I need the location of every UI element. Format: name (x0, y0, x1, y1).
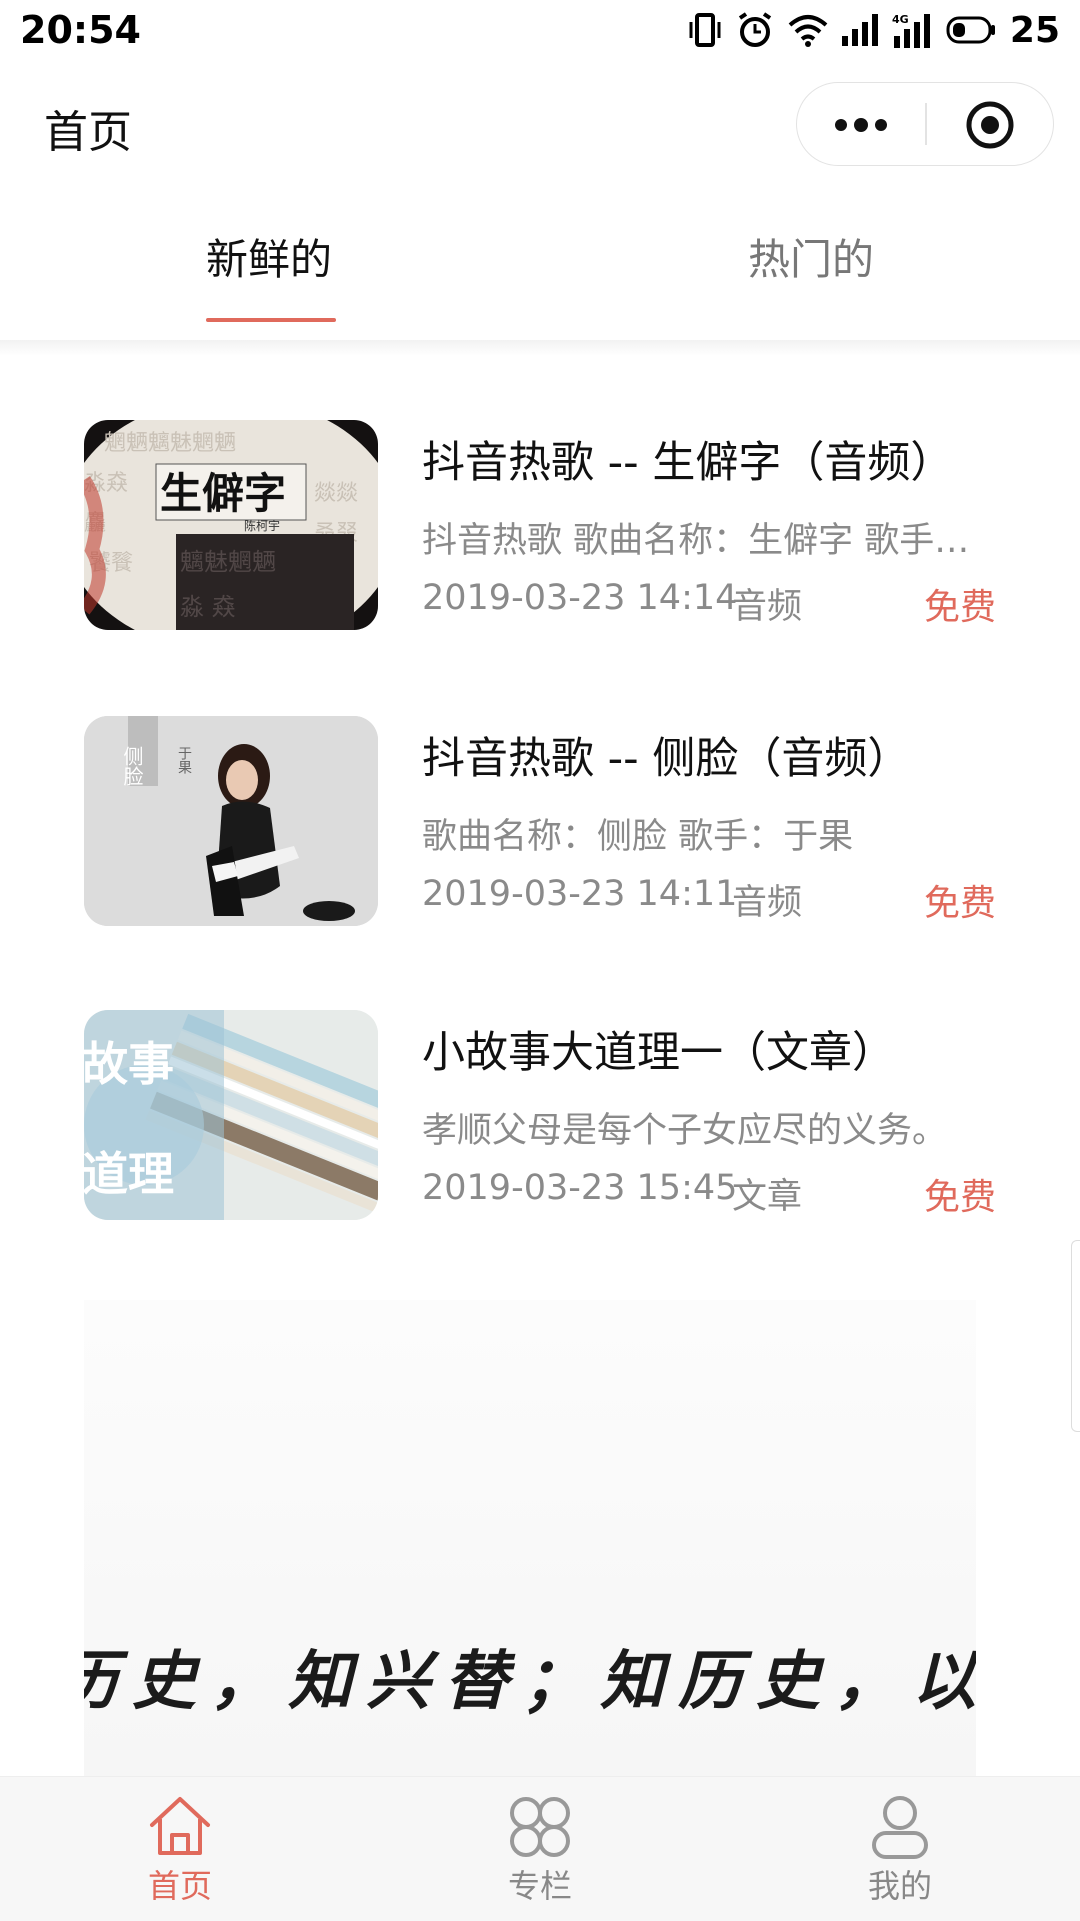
battery-level: 25 (1009, 9, 1060, 51)
list-item[interactable]: 侧脸 于果 抖音热歌 -- 侧脸（音频） 歌曲名称：侧脸 歌手：于果 2019-… (84, 716, 996, 926)
battery-icon (946, 16, 995, 44)
promo-banner[interactable]: 历史，知兴替；知历史，以明 (84, 1300, 976, 1780)
item-type: 音频 (732, 883, 803, 923)
tabs-divider (0, 340, 1080, 356)
signal-4g-icon: 4G (892, 13, 930, 48)
svg-text:魍魉魑魅魍魉: 魍魉魑魅魍魉 (104, 431, 236, 456)
tabbar-home[interactable]: 首页 (100, 1793, 260, 1917)
item-date: 2019-03-23 15:45 (422, 1168, 738, 1208)
target-icon (966, 101, 1014, 149)
tab-hot[interactable]: 热门的 (748, 226, 874, 287)
thumb-title: 生僻字 (160, 469, 286, 518)
vibrate-icon (689, 13, 721, 47)
svg-text:淼 猋: 淼 猋 (180, 593, 236, 621)
signal-icon (841, 14, 878, 46)
item-description: 孝顺父母是每个子女应尽的义务。 (422, 1111, 948, 1151)
item-date: 2019-03-23 14:11 (422, 874, 738, 914)
list-item[interactable]: 故事 道理 小故事大道理一（文章） 孝顺父母是每个子女应尽的义务。 2019-0… (84, 1010, 996, 1220)
thumb-title: 侧脸 (120, 746, 144, 786)
tab-fresh[interactable]: 新鲜的 (206, 226, 332, 287)
svg-text:燚燚: 燚燚 (314, 481, 358, 506)
status-icons: 4G 25 (688, 8, 1060, 52)
navigation-header: 首页 (0, 80, 1080, 170)
status-bar: 20:54 4G 25 (0, 0, 1080, 60)
item-title: 抖音热歌 -- 生僻字（音频） (422, 438, 954, 488)
more-dots-icon (835, 118, 887, 132)
thumb-sub: 道理 (84, 1147, 174, 1201)
item-price: 免费 (923, 1177, 996, 1218)
item-description: 抖音热歌 歌曲名称：生僻字 歌手… (422, 521, 970, 561)
thumbnail-image: 故事 道理 (84, 1010, 378, 1220)
content-tabs: 新鲜的 热门的 (0, 210, 1080, 340)
scroll-indicator[interactable] (1071, 1240, 1080, 1432)
tabbar-label: 首页 (147, 1867, 212, 1905)
thumb-title: 故事 (84, 1037, 174, 1091)
menu-capsule (796, 82, 1054, 166)
item-thumbnail: 故事 道理 (84, 1010, 378, 1220)
item-thumbnail: 侧脸 于果 (84, 716, 378, 926)
item-type: 音频 (732, 587, 803, 627)
close-miniprogram-button[interactable] (927, 83, 1053, 167)
item-type: 文章 (732, 1177, 803, 1217)
page-title: 首页 (44, 107, 132, 158)
more-button[interactable] (797, 83, 925, 167)
thumb-sub: 于果 (176, 746, 192, 774)
grid-icon (510, 1797, 570, 1857)
svg-text:4G: 4G (892, 13, 909, 26)
alarm-icon (738, 12, 772, 47)
wifi-icon (788, 15, 828, 47)
item-title: 小故事大道理一（文章） (422, 1028, 895, 1078)
tabbar-columns[interactable]: 专栏 (460, 1793, 620, 1917)
item-description: 歌曲名称：侧脸 歌手：于果 (422, 817, 854, 857)
item-price: 免费 (923, 587, 996, 628)
banner-text: 历史，知兴替；知历史，以明 (84, 1644, 976, 1719)
status-time: 20:54 (20, 8, 141, 52)
active-tab-indicator (206, 318, 336, 322)
item-thumbnail: 魍魉魑魅魍魉 淼猋 麤 饕餮 燚燚 叒叕 生僻字 陈柯宇 魑魅魍魉 淼 猋 (84, 420, 378, 630)
item-title: 抖音热歌 -- 侧脸（音频） (422, 734, 911, 784)
tabbar-label: 专栏 (507, 1867, 572, 1905)
bottom-tab-bar: 首页 专栏 我的 (0, 1776, 1080, 1921)
tabbar-label: 我的 (867, 1867, 932, 1905)
thumbnail-image: 侧脸 于果 (84, 716, 378, 926)
tabbar-profile[interactable]: 我的 (820, 1793, 980, 1917)
thumbnail-image: 魍魉魑魅魍魉 淼猋 麤 饕餮 燚燚 叒叕 生僻字 陈柯宇 魑魅魍魉 淼 猋 (84, 420, 378, 630)
item-date: 2019-03-23 14:14 (422, 578, 738, 618)
user-icon (872, 1796, 928, 1859)
thumb-sub: 陈柯宇 (244, 518, 280, 533)
list-item[interactable]: 魍魉魑魅魍魉 淼猋 麤 饕餮 燚燚 叒叕 生僻字 陈柯宇 魑魅魍魉 淼 猋 抖音… (84, 420, 996, 630)
svg-text:魑魅魍魉: 魑魅魍魉 (180, 548, 276, 576)
home-icon (150, 1797, 210, 1855)
item-price: 免费 (923, 883, 996, 924)
